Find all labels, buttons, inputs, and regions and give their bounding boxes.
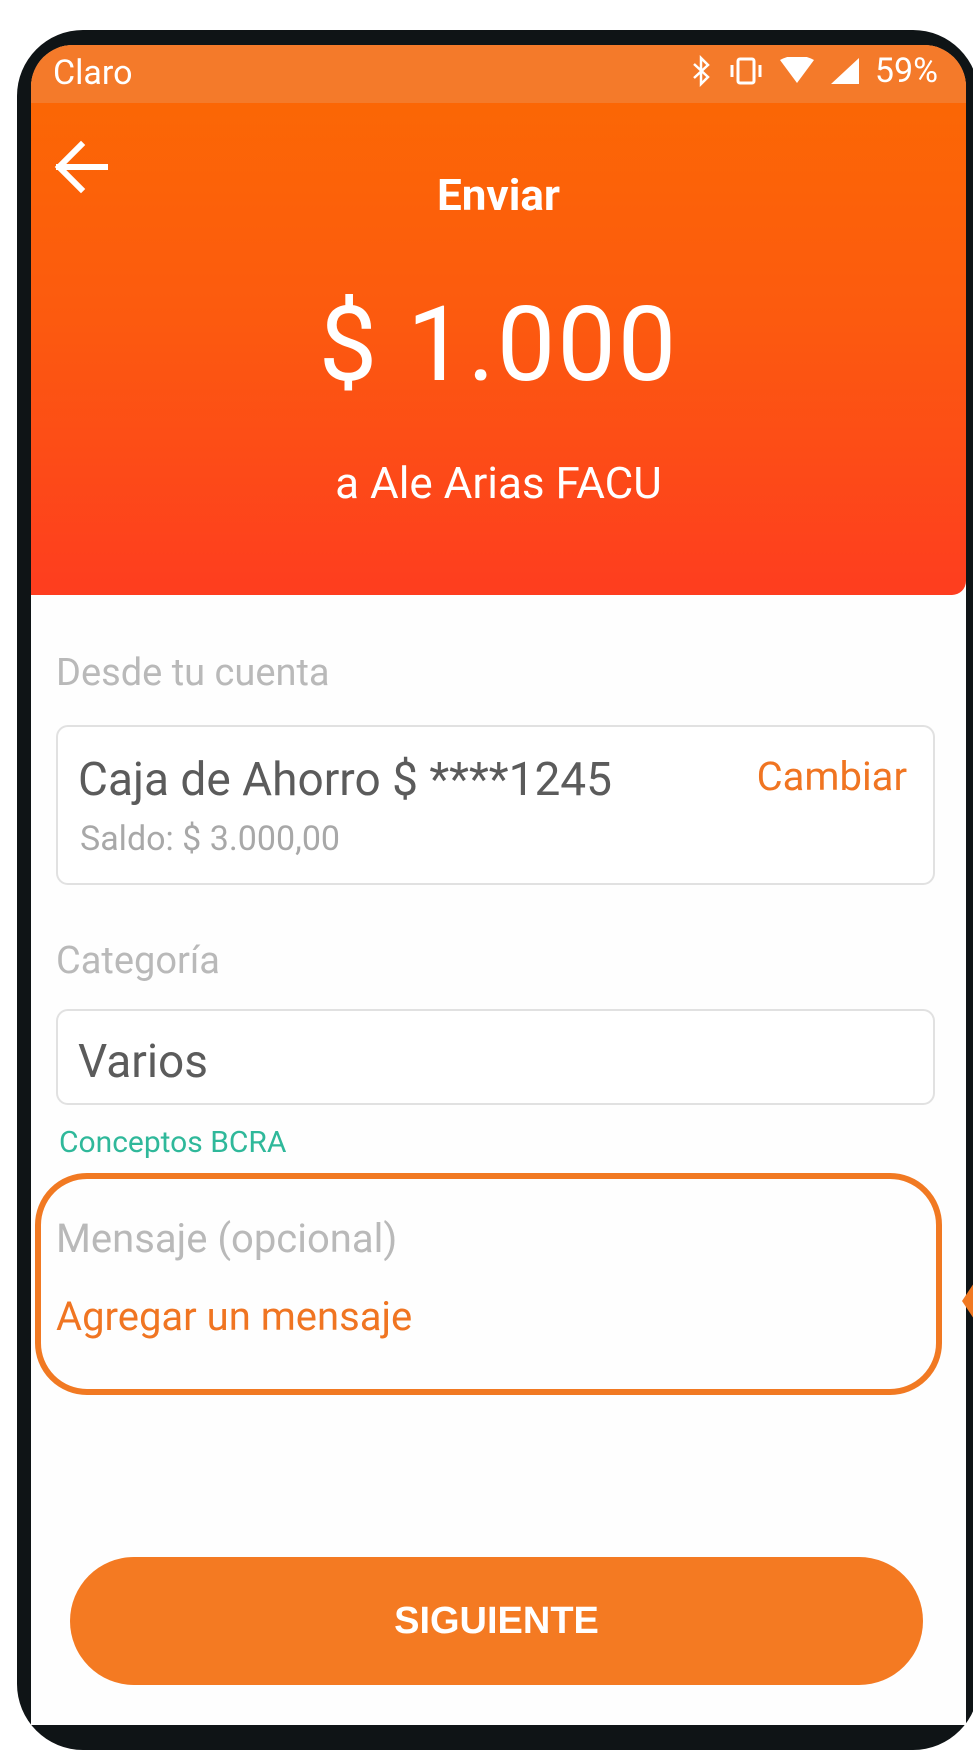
recipient-name: a Ale Arias FACU bbox=[335, 457, 662, 509]
battery-level: 59% bbox=[874, 51, 938, 91]
message-highlight-outline bbox=[35, 1173, 942, 1395]
category-select[interactable]: Varios bbox=[56, 1009, 935, 1105]
bcra-concepts-link[interactable]: Conceptos BCRA bbox=[59, 1125, 287, 1160]
category-value: Varios bbox=[78, 1035, 209, 1089]
next-button[interactable]: SIGUIENTE bbox=[70, 1557, 923, 1685]
callout-pointer bbox=[962, 1283, 973, 1319]
wifi-icon bbox=[779, 57, 814, 83]
message-label: Mensaje (opcional) bbox=[56, 1215, 398, 1262]
signal-icon bbox=[830, 58, 859, 84]
app-screen: Claro 59% Enviar $ 1.000 a Ale Arias FAC… bbox=[31, 45, 966, 1725]
bluetooth-icon bbox=[693, 55, 710, 87]
account-card: Caja de Ahorro $ ****1245 Saldo: $ 3.000… bbox=[56, 725, 935, 885]
category-label: Categoría bbox=[56, 939, 220, 983]
account-name: Caja de Ahorro $ ****1245 bbox=[78, 753, 613, 807]
add-message-field[interactable]: Agregar un mensaje bbox=[56, 1293, 412, 1340]
account-label: Desde tu cuenta bbox=[56, 651, 330, 695]
carrier-name: Claro bbox=[53, 53, 133, 93]
status-bar: Claro 59% bbox=[31, 45, 966, 103]
status-icons: 59% bbox=[691, 51, 938, 91]
vibrate-icon bbox=[730, 57, 762, 85]
transfer-amount: $ 1.000 bbox=[318, 285, 679, 406]
change-account-button[interactable]: Cambiar bbox=[757, 753, 907, 800]
header: Claro 59% Enviar $ 1.000 a Ale Arias FAC… bbox=[31, 45, 966, 595]
page-title: Enviar bbox=[437, 169, 560, 221]
account-balance: Saldo: $ 3.000,00 bbox=[80, 819, 341, 859]
